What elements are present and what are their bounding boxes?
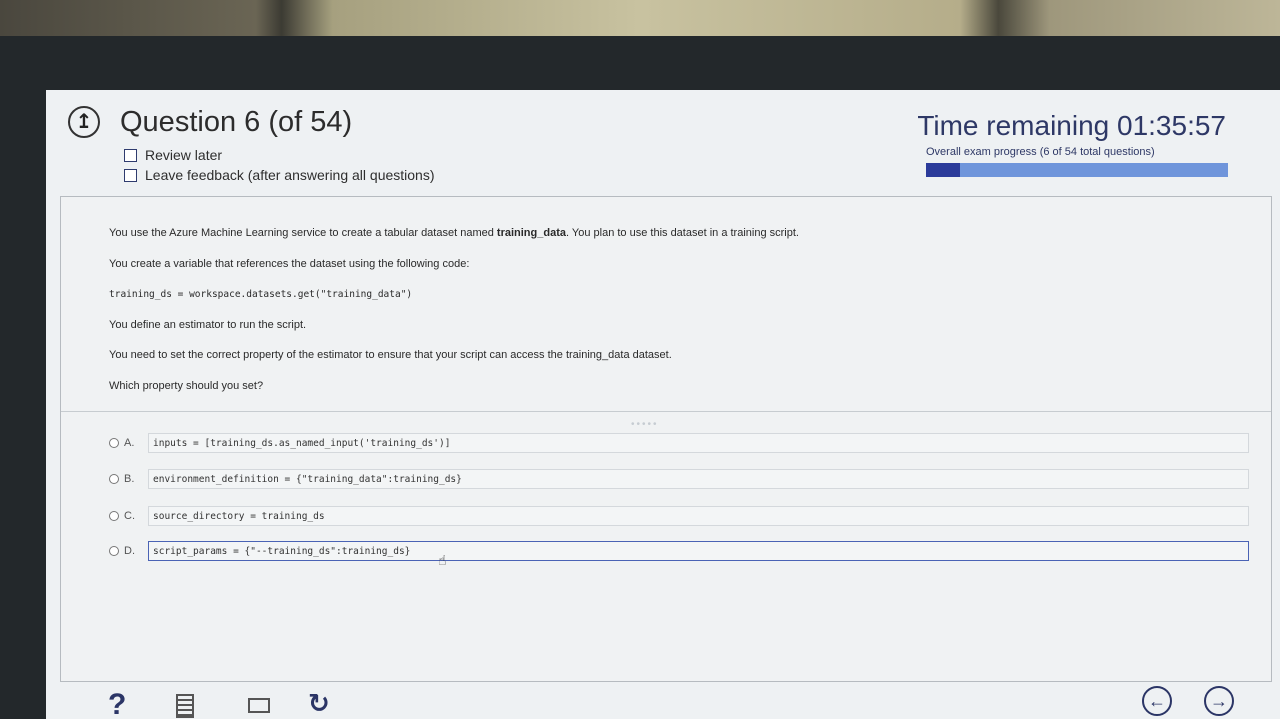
radio-icon[interactable] [109,546,119,556]
progress-fill [926,163,960,177]
stem-text: . You plan to use this dataset in a trai… [565,227,799,239]
radio-icon[interactable] [109,474,119,484]
option-text[interactable]: environment_definition = {"training_data… [148,469,1249,489]
review-later-label: Review later [145,147,223,163]
option-text[interactable]: inputs = [training_ds.as_named_input('tr… [148,433,1249,453]
option-letter: B. [124,473,135,485]
checkbox-icon[interactable] [124,168,137,182]
previous-arrow-icon[interactable]: ← [1142,686,1172,716]
radio-icon[interactable] [109,438,119,448]
time-remaining: Time remaining 01:35:57 [917,110,1226,141]
dataset-name: training_data [496,227,566,239]
progress-label: Overall exam progress (6 of 54 total que… [926,146,1155,158]
option-text[interactable]: script_params = {"--training_ds":trainin… [148,541,1249,561]
panel-divider [61,411,1271,412]
stem-code: training_ds = workspace.datasets.get("tr… [109,289,413,300]
leave-feedback-label: Leave feedback (after answering all ques… [145,167,435,183]
option-a[interactable]: A. inputs = [training_ds.as_named_input(… [109,433,1249,453]
option-b[interactable]: B. environment_definition = {"training_d… [109,469,1249,489]
option-c[interactable]: C. source_directory = training_ds [109,506,1249,526]
splitter-handle[interactable]: ••••• [631,419,659,430]
back-icon[interactable]: ↥ [68,106,100,138]
option-d[interactable]: D. script_params = {"--training_ds":trai… [109,541,1249,561]
monitor-icon[interactable] [248,698,270,713]
question-title: Question 6 (of 54) [120,106,353,138]
mouse-pointer-icon: ☝ [438,552,447,568]
radio-icon[interactable] [109,511,119,521]
progress-bar [926,163,1228,177]
stem-paragraph-1: You use the Azure Machine Learning servi… [109,227,799,239]
question-panel: You use the Azure Machine Learning servi… [60,196,1272,682]
stem-paragraph-4: You need to set the correct property of … [109,349,672,361]
option-text[interactable]: source_directory = training_ds [148,506,1249,526]
option-letter: C. [124,510,135,522]
next-arrow-icon[interactable]: → [1204,686,1234,716]
reset-icon[interactable]: ↻ [308,688,330,719]
stem-paragraph-3: You define an estimator to run the scrip… [109,319,307,331]
help-icon[interactable]: ? [108,688,126,719]
stem-text: You use the Azure Machine Learning servi… [109,227,497,239]
background-room [0,0,1280,36]
leave-feedback-checkbox[interactable]: Leave feedback (after answering all ques… [124,167,435,183]
checkbox-icon[interactable] [124,148,137,162]
stem-paragraph-5: Which property should you set? [109,380,264,392]
review-later-checkbox[interactable]: Review later [124,147,222,163]
option-letter: D. [124,545,135,557]
stem-paragraph-2: You create a variable that references th… [109,258,470,270]
calculator-icon[interactable] [176,694,194,718]
exam-screen: ↥ Question 6 (of 54) Review later Leave … [46,90,1280,719]
option-letter: A. [124,437,135,449]
